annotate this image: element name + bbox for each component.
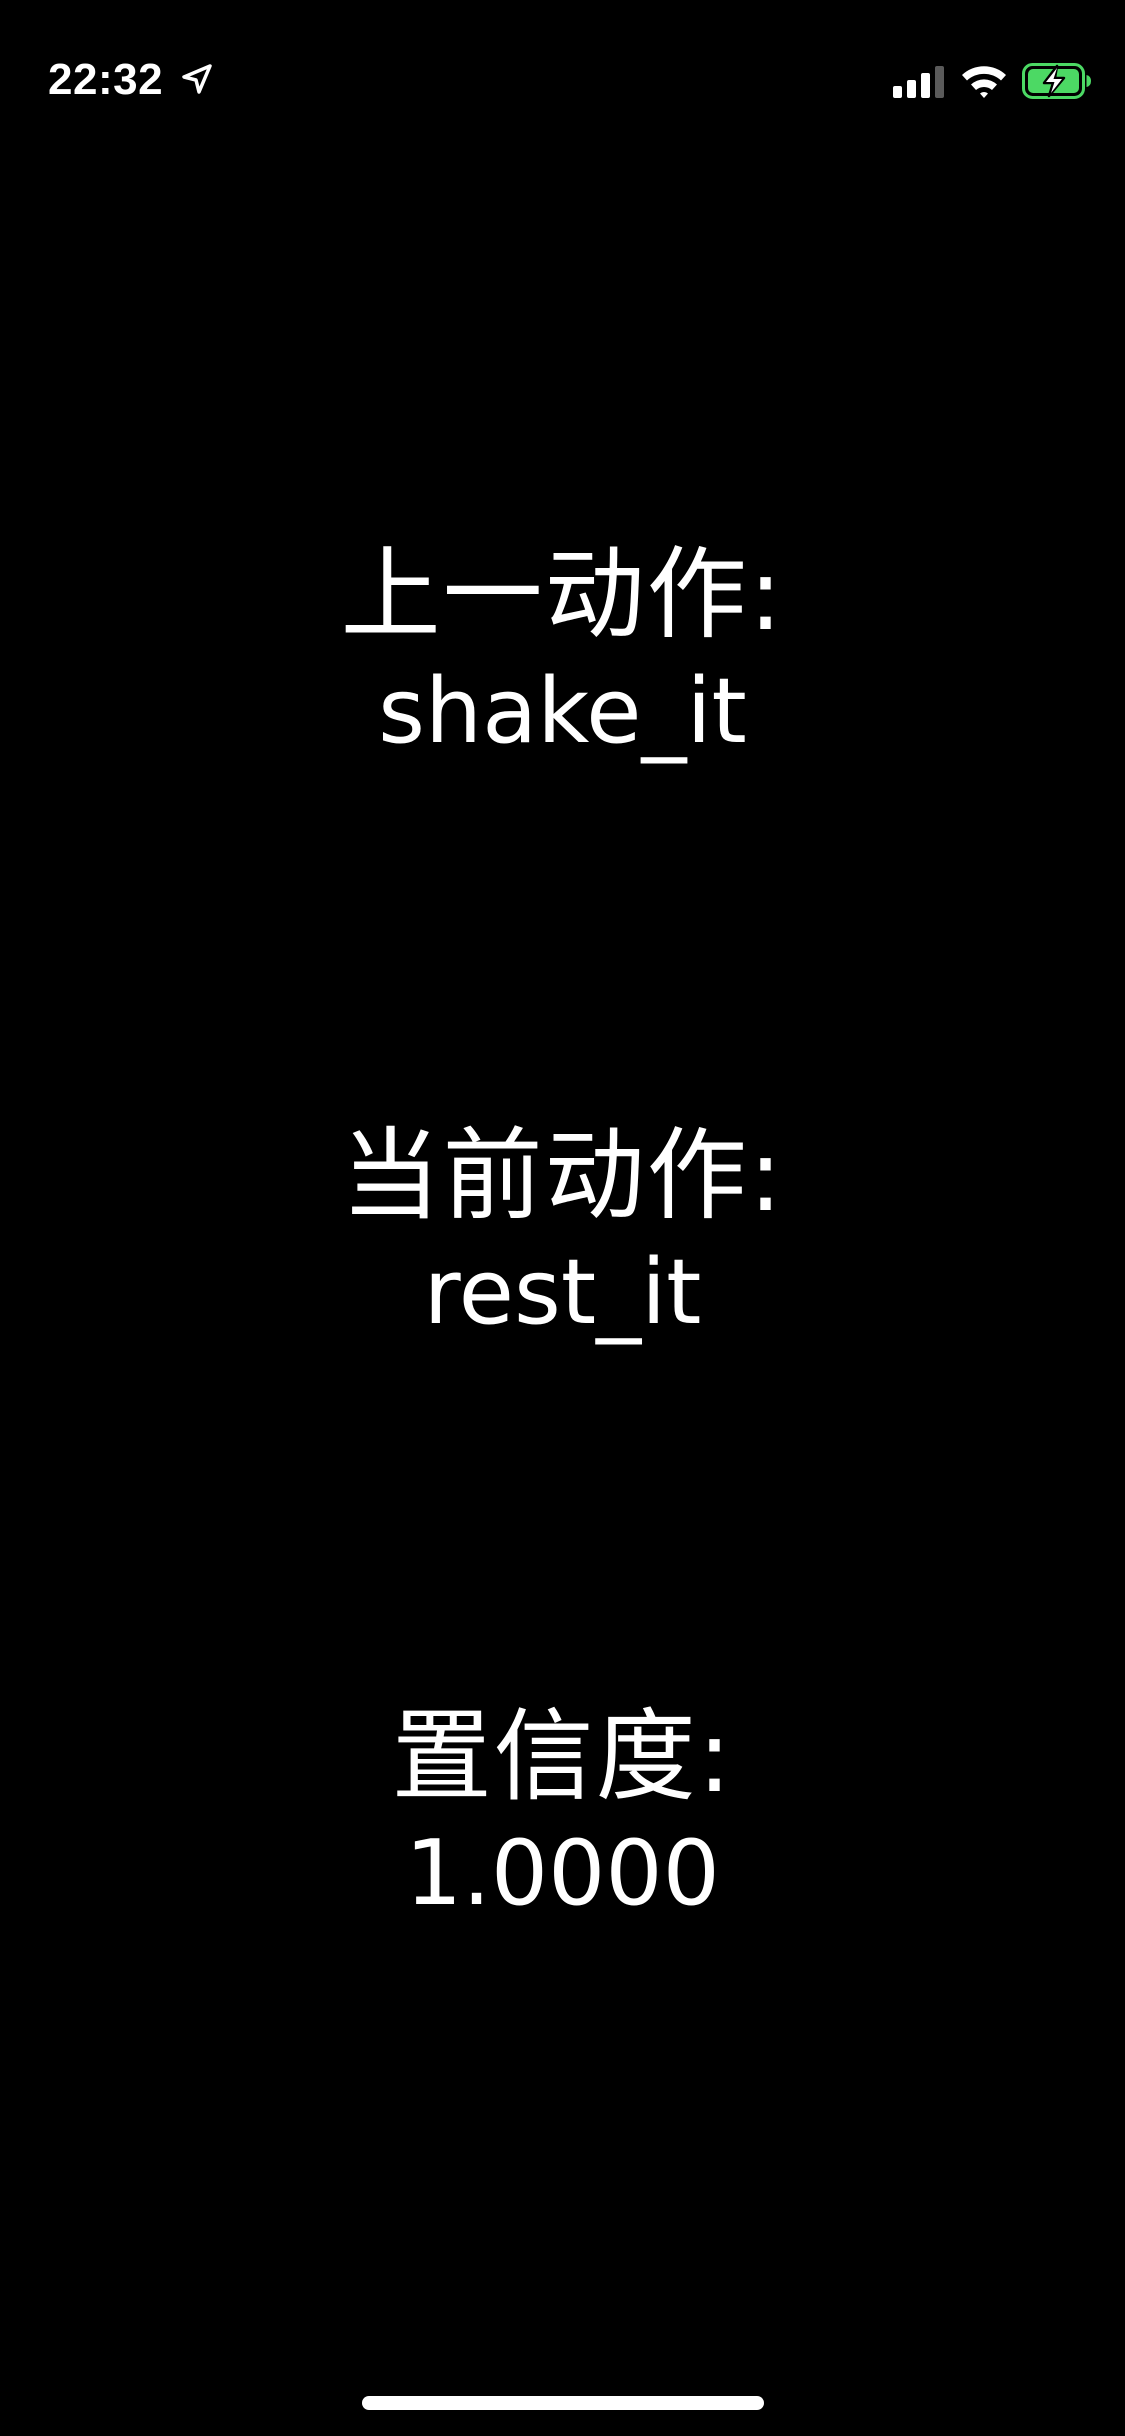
previous-action-value: shake_it: [378, 659, 747, 764]
wifi-icon: [962, 66, 1006, 98]
current-action-label: 当前动作:: [340, 1117, 785, 1234]
battery-charging-icon: [1022, 63, 1091, 99]
confidence-block: 置信度: 1.0000: [0, 1698, 1125, 1932]
cellular-signal-icon: [893, 66, 944, 98]
current-action-block: 当前动作: rest_it: [0, 1117, 1125, 1351]
confidence-label: 置信度:: [391, 1698, 734, 1815]
location-arrow-icon: [182, 64, 212, 94]
current-action-value: rest_it: [423, 1240, 702, 1345]
status-bar: 22:32: [0, 0, 1125, 132]
confidence-value: 1.0000: [405, 1821, 720, 1926]
status-time: 22:32: [48, 55, 164, 104]
previous-action-block: 上一动作: shake_it: [0, 536, 1125, 770]
previous-action-label: 上一动作:: [340, 536, 785, 653]
home-indicator[interactable]: [362, 2396, 764, 2410]
